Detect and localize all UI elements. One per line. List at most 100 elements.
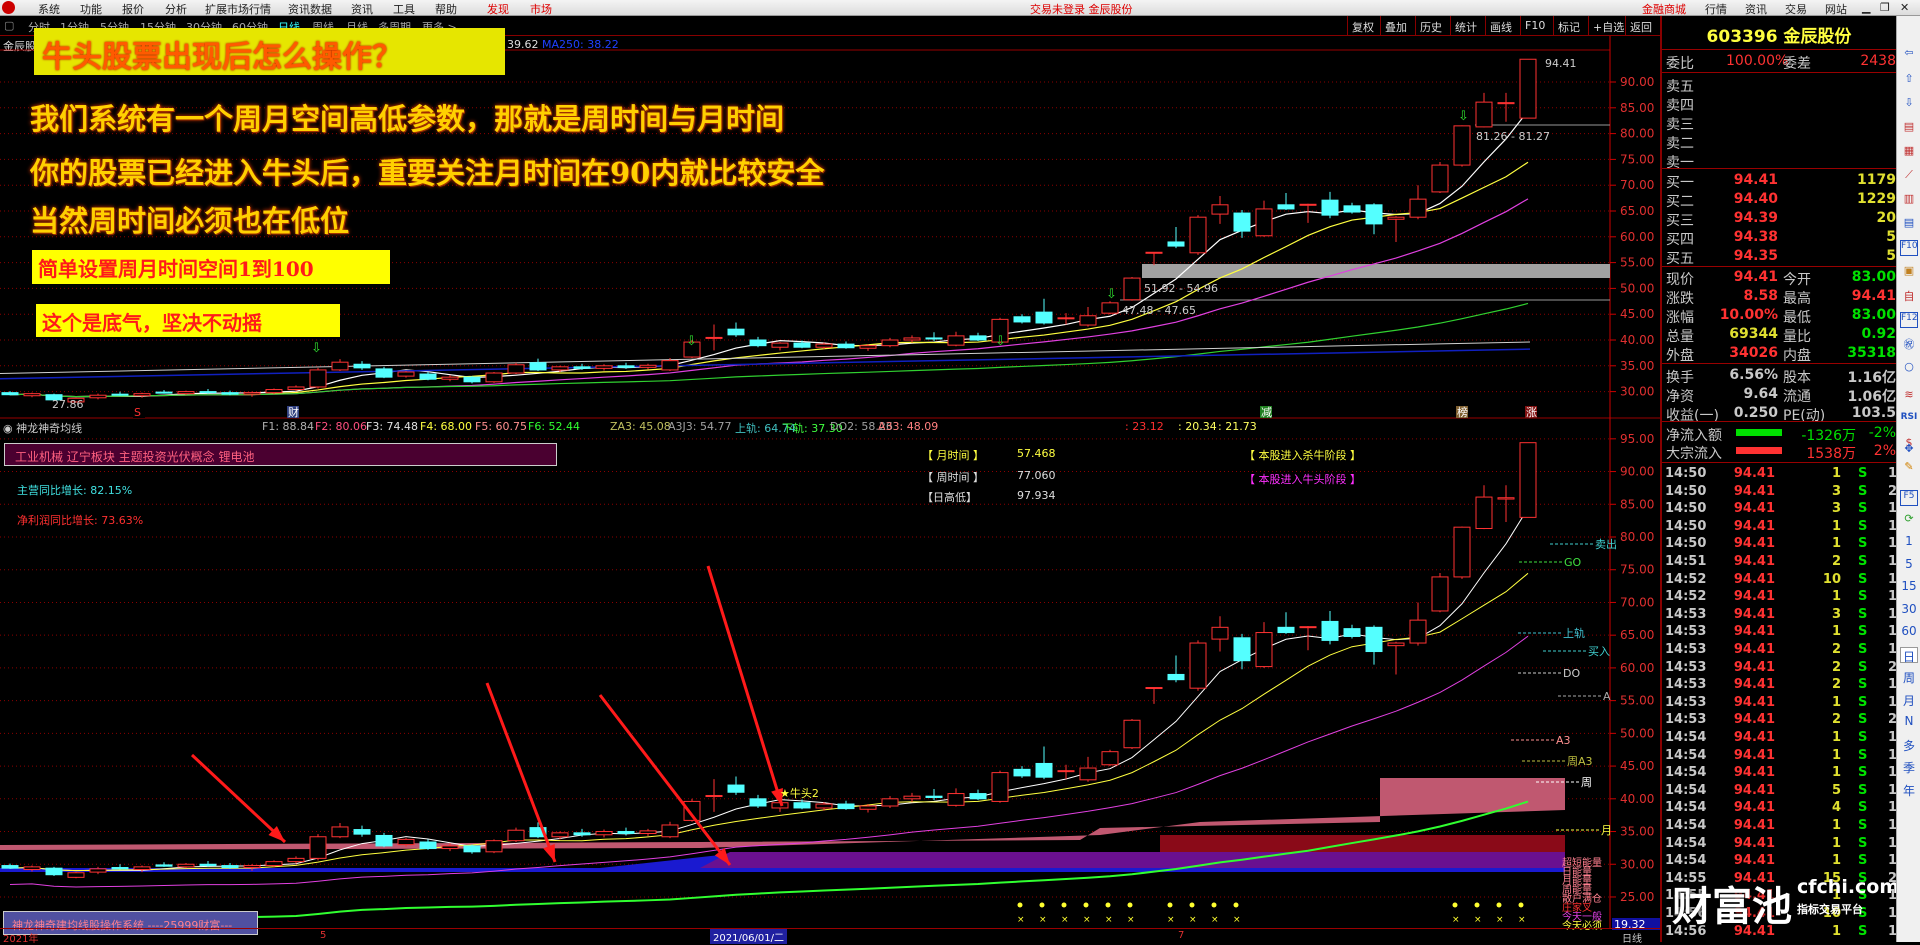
menu-market-data[interactable]: 行情 [1705, 1, 1727, 17]
pencil-icon[interactable]: ✎ [1900, 460, 1918, 476]
period-shortcut-0[interactable]: 1 [1900, 534, 1918, 550]
axis-label: 80.00 [1620, 530, 1654, 544]
trade-row: 14:50 94.41 3 S 2 [1665, 484, 1897, 501]
period-shortcut-9[interactable]: 多 [1900, 737, 1918, 753]
toolbar-button-5[interactable]: F10 [1520, 16, 1549, 36]
candle-body [991, 772, 1009, 802]
menu-trade[interactable]: 交易 [1785, 1, 1807, 17]
trade-side: S [1858, 589, 1868, 605]
trade-row: 14:54 94.41 1 S 1 [1665, 853, 1897, 870]
week-time-value: 77.060 [1017, 469, 1056, 482]
candle-icon[interactable]: ▥ [1900, 192, 1918, 208]
toolbar-button-4[interactable]: 画线 [1485, 16, 1516, 36]
restore-button[interactable]: ❐ [1880, 1, 1890, 14]
trade-price: 94.41 [1733, 554, 1775, 569]
period-shortcut-8[interactable]: N [1900, 714, 1918, 730]
toolbar-button-8[interactable]: 返回 [1625, 16, 1656, 36]
close-button[interactable]: ✕ [1900, 1, 1909, 14]
indicator-value: : 21.73 [1218, 420, 1257, 433]
kline-chart[interactable]: 90.00 85.00 80.00 75.00 70.00 65.00 60.00 55.00… [0, 0, 1660, 942]
toolbar-button-1[interactable]: 叠加 [1380, 16, 1411, 36]
stat-label: 涨跌 [1666, 291, 1694, 307]
self-select-icon[interactable]: 自 [1900, 288, 1918, 304]
refresh-icon[interactable]: ⟳ [1900, 512, 1918, 528]
f5-icon[interactable]: F5 [1900, 490, 1918, 506]
back-arrow-icon[interactable]: ⇦ [1900, 46, 1918, 62]
trade-row: 14:51 94.41 2 S 1 [1665, 554, 1897, 571]
candle-body [89, 394, 107, 399]
f12-icon[interactable]: F12 [1900, 312, 1918, 328]
annotation-arrow [190, 753, 287, 844]
indicator-value: F6: 52.44 [528, 420, 581, 433]
signal-cross: × [1211, 915, 1219, 925]
candle-body [1519, 58, 1537, 119]
f10-icon[interactable]: F10 [1900, 240, 1918, 256]
period-shortcut-10[interactable]: 季 [1900, 759, 1918, 775]
move-icon[interactable]: ✥ [1900, 442, 1918, 458]
trade-volume: 10 [1822, 571, 1841, 587]
list-icon[interactable]: ▤ [1900, 120, 1918, 136]
period-shortcut-5[interactable]: 日 [1900, 646, 1918, 664]
buy-arrow-icon: ⇩ [311, 341, 322, 356]
signal-cross: × [1083, 915, 1091, 925]
period-shortcut-4[interactable]: 60 [1900, 624, 1918, 640]
period-shortcut-6[interactable]: 周 [1900, 669, 1918, 685]
weibi-label: 委比 [1666, 56, 1694, 72]
candle-body [243, 865, 261, 869]
up-arrow-icon[interactable]: ⇧ [1900, 72, 1918, 88]
candle-body [1035, 762, 1053, 778]
menu-website[interactable]: 网站 [1825, 1, 1847, 17]
period-shortcut-1[interactable]: 5 [1900, 557, 1918, 573]
toolbar-button-3[interactable]: 统计 [1450, 16, 1481, 36]
table-icon[interactable]: ▦ [1900, 144, 1918, 160]
indicator-dropdown-icon[interactable]: ◉ [3, 422, 16, 435]
trade-side: S [1858, 730, 1868, 745]
period-shortcut-7[interactable]: 月 [1900, 692, 1918, 708]
candle-body [859, 805, 877, 810]
flow-bar [1736, 429, 1782, 436]
indicator-icon[interactable]: ㊗ [1900, 336, 1918, 352]
toolbar-button-6[interactable]: 标记 [1553, 16, 1584, 36]
down-arrow-icon[interactable]: ⇩ [1900, 96, 1918, 112]
stage-bull-head: 【 本股进入牛头阶段 】 [1244, 473, 1361, 486]
candle-body [1409, 198, 1427, 218]
trade-side: S [1858, 853, 1868, 869]
menu-info[interactable]: 资讯 [1745, 1, 1767, 17]
wave-icon[interactable]: ≋ [1900, 388, 1918, 404]
stat-label: PE(动) [1783, 408, 1826, 424]
axis-label: 30.00 [1620, 385, 1654, 399]
minimize-button[interactable]: ▁ [1862, 1, 1870, 14]
candle-body [1101, 751, 1119, 766]
weibi-row: 委比 100.00% 委差 2438 [1666, 52, 1896, 72]
indicator-name[interactable]: ◉ 神龙神奇均线 [3, 420, 82, 436]
trade-price: 94.41 [1733, 818, 1775, 833]
candle-body [463, 376, 481, 383]
trade-row: 14:54 94.41 1 S 1 [1665, 748, 1897, 765]
period-shortcut-11[interactable]: 年 [1900, 782, 1918, 798]
bid-price: 94.39 [1733, 210, 1778, 226]
toolbar-button-2[interactable]: 历史 [1415, 16, 1446, 36]
candle-body [309, 836, 327, 859]
stat-value: 6.56% [1729, 367, 1778, 383]
toolbar-button-7[interactable]: +自选 [1588, 16, 1628, 36]
signal-dot [1167, 902, 1173, 908]
line-chart-icon[interactable]: ⟋ [1900, 168, 1918, 184]
axis-label: 55.00 [1620, 694, 1654, 708]
trade-time: 14:54 [1665, 782, 1707, 798]
period-shortcut-3[interactable]: 30 [1900, 602, 1918, 618]
rsi-icon[interactable]: RSI [1900, 412, 1918, 428]
trade-time: 14:50 [1665, 518, 1707, 534]
report-icon[interactable]: ▤ [1900, 216, 1918, 232]
month-zone [1160, 835, 1565, 852]
period-shortcut-2[interactable]: 15 [1900, 579, 1918, 595]
circle-icon[interactable]: ○ [1900, 360, 1918, 376]
tree-icon[interactable]: ▣ [1900, 264, 1918, 280]
candle-body [573, 366, 591, 369]
stat-value: 94.41 [1851, 288, 1896, 304]
candle-body [1, 865, 19, 869]
signal-dot [1083, 902, 1089, 908]
stat-value: 83.00 [1851, 307, 1896, 323]
trade-price: 94.41 [1733, 624, 1775, 640]
toolbar-button-0[interactable]: 复权 [1347, 16, 1378, 36]
trade-price: 94.41 [1733, 765, 1775, 781]
